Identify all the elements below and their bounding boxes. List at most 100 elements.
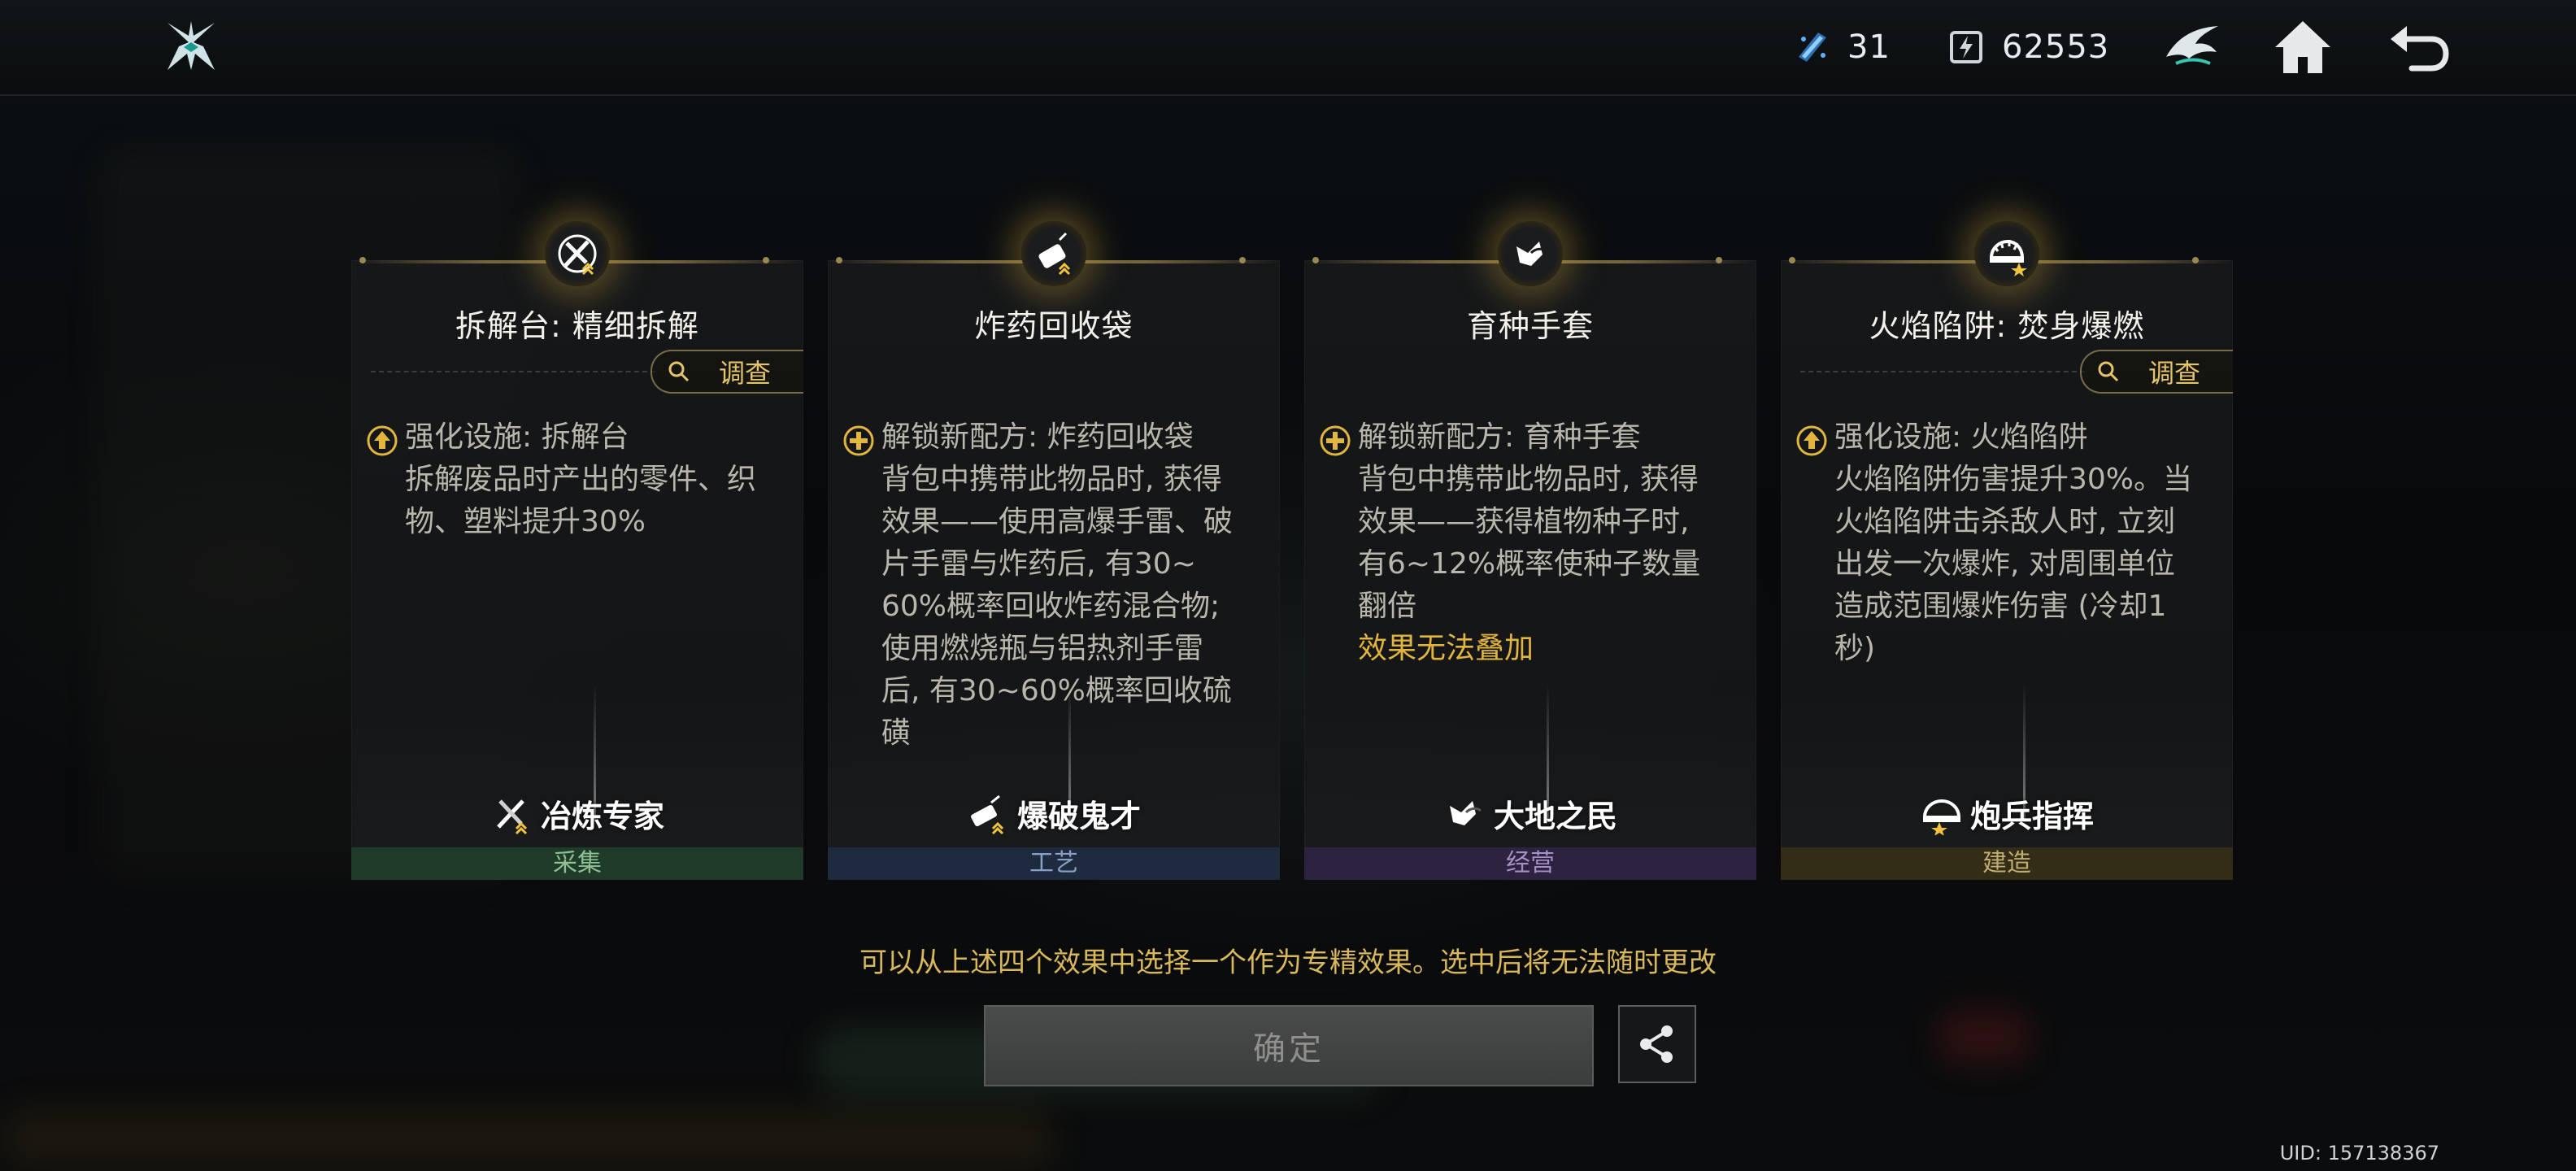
demolition-genius-icon	[971, 794, 1004, 835]
card-title: 火焰陷阱: 焚身爆燃	[1869, 308, 2145, 344]
desc-line: 解锁新配方: 育种手套	[1358, 420, 1641, 454]
card-title: 育种手套	[1466, 308, 1594, 344]
category-label: 建造	[1982, 849, 2031, 877]
sub-specialty: 炮兵指挥	[1781, 789, 2233, 838]
search-icon	[668, 361, 690, 382]
top-bar: 31 62553	[0, 0, 2576, 96]
desc-line: 背包中携带此物品时, 获得	[1358, 463, 1699, 496]
desc-line: 强化设施: 拆解台	[405, 420, 629, 454]
share-button[interactable]	[1618, 1005, 1696, 1083]
sub-specialty-title: 大地之民	[1493, 798, 1617, 834]
desc-line: 效果——获得植物种子时,	[1358, 505, 1690, 538]
card-badge	[1974, 221, 2039, 286]
category-bar: 工艺	[828, 847, 1280, 880]
explosive-bag-icon	[1038, 232, 1071, 276]
resource-count-1: 31	[1847, 28, 1891, 66]
category-bar: 采集	[351, 847, 803, 880]
selection-hint: 可以从上述四个效果中选择一个作为专精效果。选中后将无法随时更改	[859, 947, 1717, 979]
investigate-button[interactable]: 调查	[2080, 350, 2233, 394]
card-title: 炸药回收袋	[974, 308, 1134, 344]
desc-line: 解锁新配方: 炸药回收袋	[881, 420, 1194, 454]
upgrade-arrow-icon	[367, 425, 398, 456]
card-top-dot	[1789, 257, 1795, 263]
sub-specialty: 冶炼专家	[351, 789, 803, 838]
unlock-plus-icon	[1320, 425, 1351, 456]
card-title: 拆解台: 精细拆解	[455, 308, 699, 344]
desc-line: 秒)	[1834, 632, 1876, 665]
category-label: 采集	[553, 849, 602, 877]
card-badge	[545, 221, 610, 286]
desc-line: 出发一次爆炸, 对周围单位	[1834, 547, 2175, 581]
desc-line: 背包中携带此物品时, 获得	[881, 463, 1222, 496]
earth-folk-icon	[1449, 801, 1482, 825]
resource-counter-2[interactable]: 62553	[1948, 24, 2109, 70]
category-bar: 建造	[1781, 847, 2233, 880]
desc-line: 有6~12%概率使种子数量	[1358, 547, 1701, 581]
desc-line: 片手雷与炸药后, 有30~	[881, 547, 1196, 581]
background-blur-panel	[0, 1106, 1057, 1171]
card-divider	[1800, 371, 2085, 372]
desc-line: 翻倍	[1358, 590, 1417, 623]
desc-line: 60%概率回收炸药混合物;	[881, 590, 1221, 623]
desc-line: 火焰陷阱击杀敌人时, 立刻	[1834, 505, 2175, 538]
card-top-dot	[763, 257, 769, 263]
sub-specialty-title: 爆破鬼才	[1016, 798, 1141, 834]
investigate-label: 调查	[2148, 358, 2201, 389]
card-description: 解锁新配方: 育种手套 背包中携带此物品时, 获得 效果——获得植物种子时, 有…	[1358, 416, 1732, 670]
artillery-command-icon	[1922, 799, 1960, 835]
game-logo-icon[interactable]	[163, 18, 220, 75]
sub-specialty-title: 炮兵指挥	[1969, 798, 2094, 834]
confirm-label: 确定	[1253, 1030, 1325, 1068]
category-label: 经营	[1506, 849, 1555, 877]
card-badge	[1021, 221, 1086, 286]
card-top-dot	[2192, 257, 2199, 263]
specialization-card-2[interactable]: 炸药回收袋 解锁新配方: 炸药回收袋 背包中携带此物品时, 获得 效果——使用高…	[828, 221, 1280, 880]
crystal-shard-icon	[1799, 33, 1826, 62]
desc-line: 拆解废品时产出的零件、织	[405, 463, 757, 496]
investigate-label: 调查	[719, 358, 772, 389]
card-description: 强化设施: 拆解台 拆解废品时产出的零件、织 物、塑料提升30%	[405, 416, 779, 543]
smelting-expert-icon	[497, 799, 528, 835]
wrench-screwdriver-icon	[558, 234, 597, 276]
card-top-dot	[1312, 257, 1319, 263]
resource-counter-1[interactable]: 31	[1794, 24, 1891, 70]
card-divider	[371, 371, 655, 372]
category-bar: 经营	[1304, 847, 1756, 880]
desc-line: 强化设施: 火焰陷阱	[1834, 420, 2088, 454]
sub-specialty: 爆破鬼才	[828, 789, 1280, 838]
desc-line: 效果——使用高爆手雷、破	[881, 505, 1234, 538]
player-emblem-icon[interactable]	[2160, 15, 2225, 80]
background-blur-panel	[1935, 1008, 2033, 1065]
specialization-card-3[interactable]: 育种手套 解锁新配方: 育种手套 背包中携带此物品时, 获得 效果——获得植物种…	[1304, 221, 1756, 880]
confirm-button[interactable]: 确定	[984, 1005, 1594, 1086]
desc-line: 火焰陷阱伤害提升30%。当	[1834, 463, 2193, 496]
specialization-card-1[interactable]: 拆解台: 精细拆解 调查 强化设施: 拆解台 拆解废品时产出的零件、织 物、塑料…	[351, 221, 803, 880]
upgrade-arrow-icon	[1796, 425, 1827, 456]
back-icon[interactable]	[2387, 15, 2452, 80]
home-icon[interactable]	[2270, 15, 2335, 80]
sub-specialty-title: 冶炼专家	[540, 798, 664, 834]
specialization-card-4[interactable]: 火焰陷阱: 焚身爆燃 调查 强化设施: 火焰陷阱 火焰陷阱伤害提升30%。当 火…	[1781, 221, 2233, 880]
card-top-dot	[836, 257, 842, 263]
share-icon	[1640, 1025, 1673, 1063]
specialization-screen: 31 62553 拆解台: 精细拆解 调查 强化设施: 拆解台 拆解废品时产出的…	[0, 0, 2576, 1171]
flame-trap-icon	[1989, 239, 2027, 276]
card-description: 强化设施: 火焰陷阱 火焰陷阱伤害提升30%。当 火焰陷阱击杀敌人时, 立刻 出…	[1834, 416, 2208, 670]
currency-token-icon	[1950, 31, 1982, 63]
card-top-dot	[359, 257, 366, 263]
desc-line: 造成范围爆炸伤害 (冷却1	[1834, 590, 2167, 623]
glove-leaf-icon	[1516, 242, 1547, 266]
category-label: 工艺	[1029, 849, 1078, 877]
desc-line: 使用燃烧瓶与铝热剂手雷	[881, 632, 1204, 665]
user-id: UID: 157138367	[2279, 1142, 2439, 1164]
card-top-dot	[1716, 257, 1722, 263]
resource-count-2: 62553	[2002, 28, 2110, 66]
investigate-button[interactable]: 调查	[651, 350, 803, 394]
card-badge	[1498, 221, 1563, 286]
card-top-dot	[1239, 257, 1246, 263]
search-icon	[2098, 361, 2119, 382]
desc-line: 物、塑料提升30%	[405, 505, 646, 538]
desc-note: 效果无法叠加	[1358, 632, 1534, 665]
sub-specialty: 大地之民	[1304, 789, 1756, 838]
unlock-plus-icon	[843, 425, 874, 456]
